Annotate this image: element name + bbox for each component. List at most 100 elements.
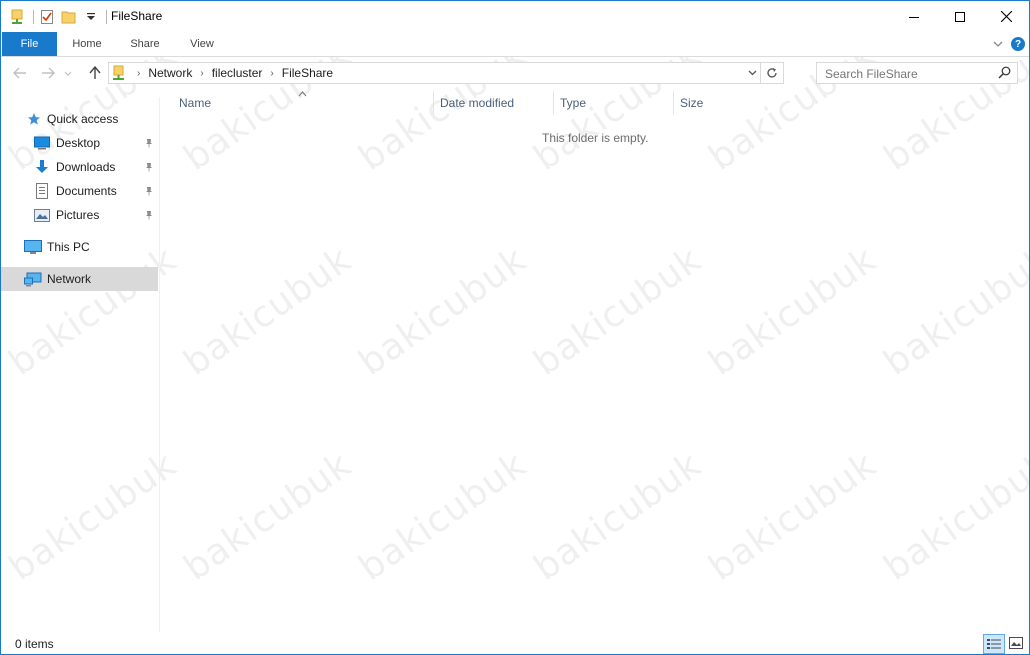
- breadcrumb-fileshare[interactable]: FileShare: [282, 66, 333, 80]
- nav-item-label: Network: [47, 272, 92, 286]
- watermark: bakicubuk: [351, 444, 535, 589]
- nav-item-pictures[interactable]: Pictures: [1, 203, 158, 227]
- address-bar[interactable]: › Network › filecluster › FileShare: [108, 62, 784, 84]
- breadcrumb-network[interactable]: Network: [148, 66, 192, 80]
- breadcrumb-filecluster[interactable]: filecluster: [212, 66, 263, 80]
- desktop-icon: [33, 135, 51, 151]
- ribbon-tabs: File Home Share View ?: [1, 32, 1029, 57]
- ribbon-controls: ?: [993, 32, 1025, 56]
- forward-button[interactable]: [37, 63, 59, 83]
- monitor-icon: [24, 239, 42, 255]
- column-header-type[interactable]: Type: [560, 93, 586, 113]
- nav-item-label: Quick access: [47, 112, 119, 126]
- new-folder-icon[interactable]: [60, 8, 78, 26]
- chevron-down-icon: [64, 71, 72, 76]
- maximize-icon: [955, 11, 965, 22]
- address-controls: [744, 63, 783, 83]
- column-header-size[interactable]: Size: [680, 93, 703, 113]
- tab-view[interactable]: View: [178, 32, 226, 56]
- pin-icon[interactable]: [144, 185, 154, 199]
- watermark: bakicubuk: [876, 444, 1030, 589]
- details-view-icon: [987, 639, 1001, 649]
- file-explorer-window: bakicubuk bakicubuk bakicubuk bakicubuk …: [0, 0, 1030, 655]
- recent-locations-button[interactable]: [61, 63, 75, 83]
- breadcrumb-separator[interactable]: ›: [137, 68, 140, 79]
- nav-quick-access[interactable]: Quick access: [1, 107, 184, 131]
- sort-ascending-indicator: [298, 86, 307, 100]
- column-header-name[interactable]: Name: [179, 93, 211, 113]
- customize-dropdown-icon[interactable]: [82, 8, 100, 26]
- properties-checkmark-icon[interactable]: [38, 8, 56, 26]
- network-folder-icon: [109, 65, 129, 81]
- watermark: bakicubuk: [701, 444, 885, 589]
- nav-item-label: Documents: [56, 184, 117, 198]
- tab-share[interactable]: Share: [121, 32, 169, 56]
- minimize-icon: [909, 16, 919, 18]
- back-arrow-icon: [13, 67, 26, 79]
- watermark: bakicubuk: [701, 239, 885, 384]
- navigation-bar: › Network › filecluster › FileShare: [1, 57, 1029, 89]
- back-button[interactable]: [9, 63, 31, 83]
- expand-ribbon-icon[interactable]: [993, 41, 1003, 48]
- breadcrumb-separator[interactable]: ›: [200, 68, 203, 79]
- large-icons-view-icon: [1009, 637, 1023, 649]
- forward-arrow-icon: [42, 67, 55, 79]
- star-icon: [27, 111, 41, 127]
- document-icon: [33, 183, 51, 199]
- chevron-down-icon: [748, 70, 756, 76]
- pin-icon[interactable]: [144, 137, 154, 151]
- nav-item-documents[interactable]: Documents: [1, 179, 158, 203]
- column-divider[interactable]: [433, 91, 434, 115]
- nav-item-label: Desktop: [56, 136, 101, 150]
- column-header-date-modified[interactable]: Date modified: [440, 93, 514, 113]
- breadcrumb-separator[interactable]: ›: [270, 68, 273, 79]
- watermark: bakicubuk: [176, 444, 360, 589]
- watermark: bakicubuk: [526, 444, 710, 589]
- download-arrow-icon: [33, 159, 51, 175]
- refresh-button[interactable]: [760, 63, 783, 83]
- search-icon[interactable]: [998, 66, 1011, 82]
- column-divider[interactable]: [553, 91, 554, 115]
- item-count: 0 items: [15, 637, 54, 651]
- close-button[interactable]: [983, 1, 1029, 32]
- refresh-icon: [767, 68, 777, 78]
- watermark: bakicubuk: [351, 239, 535, 384]
- search-input[interactable]: [823, 65, 987, 83]
- nav-item-downloads[interactable]: Downloads: [1, 155, 158, 179]
- toolbar-separator: [106, 10, 107, 24]
- pictures-icon: [33, 207, 51, 223]
- nav-item-label: Downloads: [56, 160, 116, 174]
- title-bar: FileShare: [1, 1, 1029, 32]
- large-icons-view-button[interactable]: [1006, 634, 1026, 652]
- pin-icon[interactable]: [144, 209, 154, 223]
- watermark: bakicubuk: [176, 239, 360, 384]
- quick-access-toolbar: [9, 7, 111, 27]
- navigation-pane: Quick access Desktop Downloads Documents…: [1, 97, 160, 632]
- details-view-button[interactable]: [983, 634, 1005, 654]
- tab-file[interactable]: File: [2, 32, 57, 56]
- minimize-button[interactable]: [891, 1, 937, 32]
- maximize-button[interactable]: [937, 1, 983, 32]
- help-button[interactable]: ?: [1011, 37, 1025, 51]
- window-title: FileShare: [111, 9, 163, 23]
- watermark: bakicubuk: [526, 239, 710, 384]
- nav-item-label: This PC: [47, 240, 90, 254]
- search-box[interactable]: [816, 62, 1018, 84]
- pin-icon[interactable]: [144, 161, 154, 175]
- up-arrow-icon: [89, 66, 101, 79]
- toolbar-separator: [33, 10, 34, 24]
- chevron-up-icon: [298, 91, 307, 97]
- network-icon: [24, 271, 42, 287]
- status-bar: 0 items: [1, 632, 1029, 654]
- up-button[interactable]: [84, 63, 106, 83]
- nav-item-this-pc[interactable]: This PC: [1, 235, 158, 259]
- nav-item-label: Pictures: [56, 208, 100, 222]
- nav-item-network[interactable]: Network: [1, 267, 158, 291]
- nav-item-desktop[interactable]: Desktop: [1, 131, 158, 155]
- address-history-dropdown[interactable]: [744, 70, 760, 76]
- tab-home[interactable]: Home: [63, 32, 111, 56]
- folder-network-icon: [9, 8, 27, 26]
- close-icon: [1000, 11, 1012, 22]
- column-divider[interactable]: [673, 91, 674, 115]
- empty-folder-message: This folder is empty.: [542, 131, 649, 145]
